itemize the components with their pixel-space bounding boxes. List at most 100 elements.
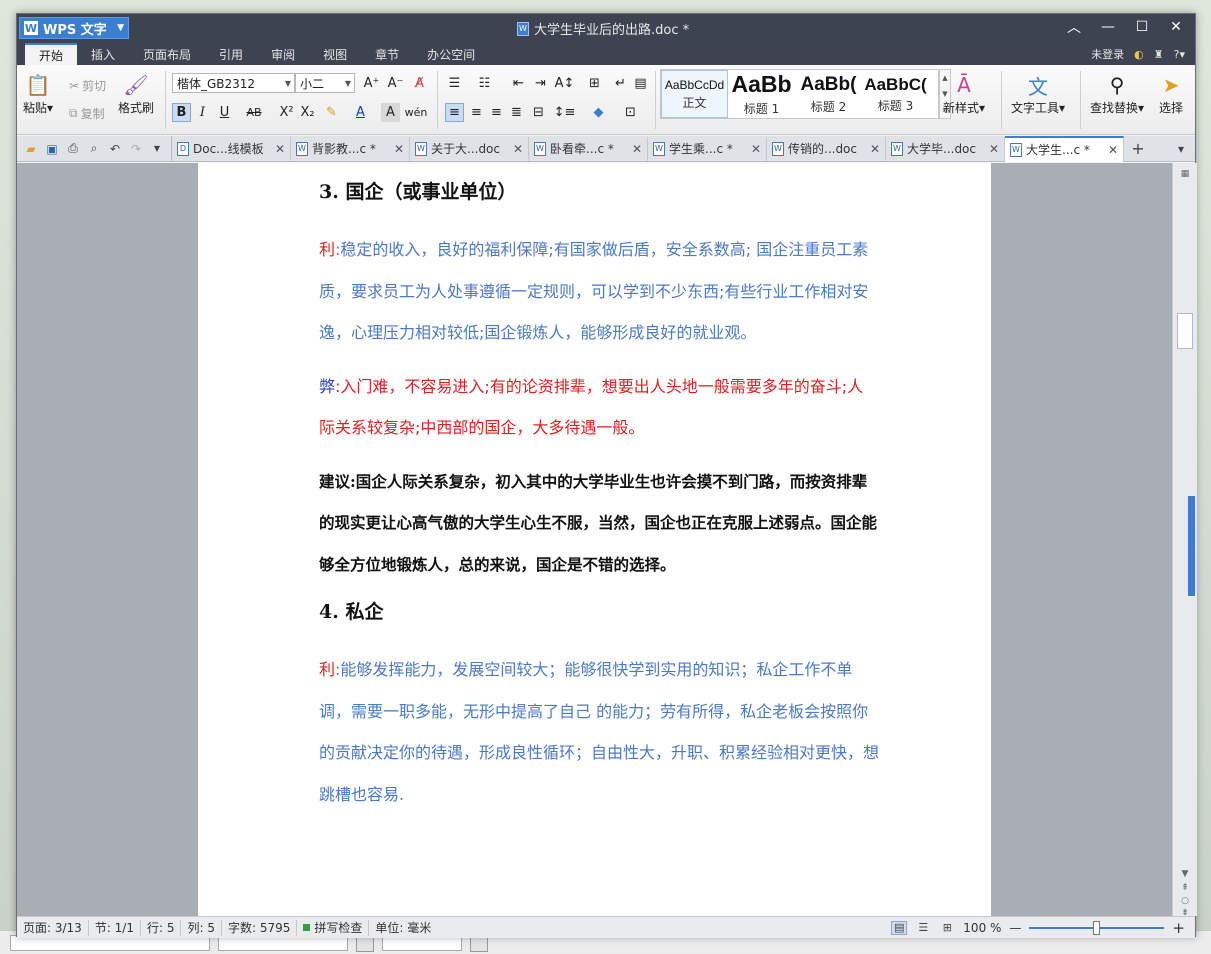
highlight-icon[interactable]: ✎ [322, 103, 341, 122]
tab-chapter[interactable]: 章节 [361, 43, 413, 65]
style-heading-1[interactable]: AaBb 标题 1 [728, 70, 795, 118]
zoom-out-icon[interactable]: — [1009, 921, 1021, 935]
document-page[interactable]: 3. 国企（或事业单位） 利:稳定的收入，良好的福利保障;有国家做后盾，安全系数… [198, 163, 991, 916]
new-style-button[interactable]: Ā 新样式▾ [943, 71, 985, 116]
bullet-list-icon[interactable]: ☰ [445, 74, 464, 93]
shirt-icon[interactable]: ♜ [1154, 48, 1164, 61]
close-icon[interactable]: ✕ [870, 142, 880, 156]
redo-icon[interactable]: ↷ [128, 141, 144, 157]
close-icon[interactable]: ✕ [513, 142, 523, 156]
doc-tab[interactable]: D Doc...线模板 ✕ [172, 136, 291, 161]
distribute-icon[interactable]: ⊟ [529, 103, 548, 122]
grow-font-icon[interactable]: A⁺ [362, 74, 381, 93]
close-icon[interactable]: ✕ [751, 142, 761, 156]
browse-object-icon[interactable]: ○ [1173, 896, 1197, 906]
text-tools-button[interactable]: 文 文字工具▾ [1011, 71, 1065, 116]
increase-indent-icon[interactable]: ⇥ [531, 74, 550, 93]
subscript-icon[interactable]: X₂ [298, 103, 317, 122]
tab-review[interactable]: 审阅 [257, 43, 309, 65]
italic-icon[interactable]: I [193, 103, 212, 122]
phonetic-guide-icon[interactable]: wén [403, 103, 429, 122]
page-view-icon[interactable]: ▤ [891, 920, 908, 935]
zoom-slider-knob[interactable] [1092, 920, 1100, 935]
help-icon[interactable]: ?▾ [1174, 48, 1185, 61]
text-direction-icon[interactable]: A↕ [555, 74, 575, 93]
line-spacing-icon[interactable]: ↕≡ [554, 103, 576, 122]
tab-view[interactable]: 视图 [309, 43, 361, 65]
format-painter-button[interactable]: 🖌 格式刷 [118, 71, 154, 116]
chevron-down-icon[interactable]: ▼ [1173, 869, 1197, 879]
skin-icon[interactable]: ◐ [1134, 48, 1144, 61]
superscript-icon[interactable]: X² [277, 103, 296, 122]
page-icon[interactable]: ▤ [631, 74, 650, 93]
table-icon[interactable]: ⊞ [585, 74, 604, 93]
show-marks-icon[interactable]: ↵ [611, 74, 630, 93]
doc-tab-active[interactable]: W 大学生...c * ✕ [1005, 135, 1124, 162]
print-preview-icon[interactable]: ⌕ [86, 141, 102, 157]
save-icon[interactable]: ▣ [44, 141, 60, 157]
scrollbar-thumb[interactable] [1177, 313, 1193, 349]
zoom-slider[interactable] [1029, 920, 1165, 935]
close-icon[interactable]: ✕ [275, 142, 285, 156]
close-icon[interactable]: ✕ [632, 142, 642, 156]
strikethrough-icon[interactable]: AB [241, 103, 267, 122]
find-replace-button[interactable]: ⚲ 查找替换▾ [1090, 71, 1144, 116]
status-word-count[interactable]: 字数: 5795 [222, 919, 298, 936]
align-right-icon[interactable]: ≡ [487, 103, 506, 122]
char-shading-icon[interactable]: A [381, 103, 400, 122]
borders-icon[interactable]: ⊡ [621, 103, 640, 122]
status-page[interactable]: 页面: 3/13 [17, 919, 89, 936]
style-heading-2[interactable]: AaBb( 标题 2 [795, 70, 862, 118]
clear-format-icon[interactable]: A̸ [410, 74, 429, 93]
zoom-in-icon[interactable]: + [1172, 919, 1185, 937]
tab-home[interactable]: 开始 [25, 43, 78, 65]
zoom-level[interactable]: 100 % [963, 921, 1001, 935]
chevron-down-icon[interactable]: ▼ [149, 141, 165, 157]
tab-office-space[interactable]: 办公空间 [413, 43, 489, 65]
align-left-icon[interactable]: ≡ [445, 103, 464, 122]
doc-tab[interactable]: W 学生乘...c * ✕ [648, 136, 767, 161]
tab-page-layout[interactable]: 页面布局 [129, 43, 205, 65]
tab-insert[interactable]: 插入 [77, 43, 129, 65]
shrink-font-icon[interactable]: A⁻ [386, 74, 405, 93]
style-normal[interactable]: AaBbCcDd 正文 [661, 70, 728, 118]
doc-tab[interactable]: W 卧看牵...c * ✕ [529, 136, 648, 161]
style-heading-3[interactable]: AaBbC( 标题 3 [862, 70, 929, 118]
close-icon[interactable]: ✕ [394, 142, 404, 156]
print-icon[interactable]: ⎙ [65, 141, 81, 157]
font-color-icon[interactable]: A [351, 103, 370, 122]
tab-list-icon[interactable]: ▾ [1167, 142, 1195, 156]
collapse-ribbon-icon[interactable]: ︿ [1063, 17, 1085, 37]
close-icon[interactable]: ✕ [989, 142, 999, 156]
copy-button[interactable]: ⧉ 复制 [69, 105, 105, 122]
bold-icon[interactable]: B [172, 103, 191, 122]
spell-check-toggle[interactable]: 拼写检查 [297, 919, 370, 936]
new-tab-icon[interactable]: + [1124, 139, 1152, 158]
side-panel-tab[interactable] [1188, 496, 1195, 596]
app-menu-button[interactable]: W WPS 文字 ▼ [19, 17, 129, 39]
cut-button[interactable]: ✂ 剪切 [69, 77, 106, 94]
doc-tab[interactable]: W 大学毕...doc ✕ [886, 136, 1005, 161]
navigation-pane-icon[interactable]: ▦ [1173, 169, 1197, 179]
open-folder-icon[interactable]: ▰ [23, 141, 39, 157]
font-size-select[interactable]: 小二 ▼ [295, 73, 355, 93]
doc-tab[interactable]: W 关于大...doc ✕ [410, 136, 529, 161]
doc-tab[interactable]: W 传销的...doc ✕ [767, 136, 886, 161]
doc-tab[interactable]: W 背影教...c * ✕ [291, 136, 410, 161]
tab-references[interactable]: 引用 [205, 43, 257, 65]
outline-view-icon[interactable]: ☰ [915, 921, 931, 935]
justify-icon[interactable]: ≣ [507, 103, 526, 122]
close-icon[interactable]: ✕ [1108, 143, 1118, 157]
maximize-icon[interactable]: ☐ [1131, 17, 1153, 37]
prev-page-icon[interactable]: ⇞ [1173, 883, 1197, 893]
decrease-indent-icon[interactable]: ⇤ [509, 74, 528, 93]
web-view-icon[interactable]: ⊞ [939, 921, 955, 935]
font-name-select[interactable]: 楷体_GB2312 ▼ [172, 73, 295, 93]
align-center-icon[interactable]: ≡ [467, 103, 486, 122]
minimize-icon[interactable]: — [1097, 17, 1119, 37]
close-icon[interactable]: ✕ [1165, 17, 1187, 37]
paste-button[interactable]: 📋 粘贴▾ [23, 71, 53, 116]
undo-icon[interactable]: ↶ [107, 141, 123, 157]
shading-icon[interactable]: ◆ [589, 103, 608, 122]
underline-icon[interactable]: U [215, 103, 234, 122]
